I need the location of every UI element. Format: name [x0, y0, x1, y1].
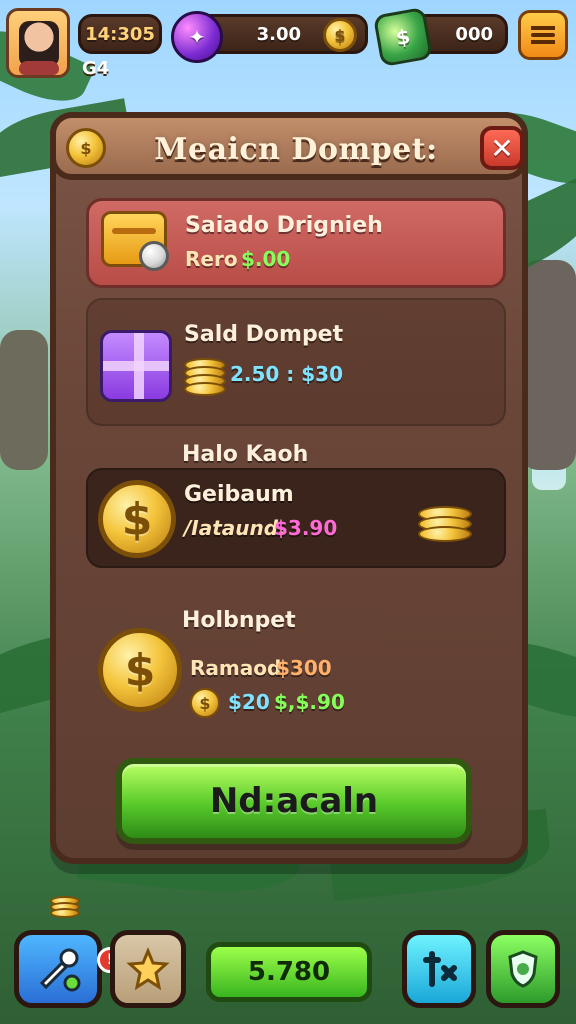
- gem-value: 3.00: [256, 23, 301, 45]
- wallet-row[interactable]: Saiado Drignieh Rero $.00: [86, 198, 506, 288]
- avatar-shirt: [19, 61, 59, 75]
- wrench-icon: [39, 948, 81, 992]
- badge-button[interactable]: [110, 930, 186, 1008]
- coin-stack-icon: [418, 506, 472, 550]
- coin-icon: $: [98, 628, 182, 712]
- tools-button[interactable]: !: [14, 930, 123, 1008]
- close-icon: ✕: [490, 131, 514, 165]
- gem-icon: ✦: [171, 11, 223, 63]
- wallet-row[interactable]: $ Geibaum /Iataund. $3.90: [86, 468, 506, 568]
- row-title: Sald Dompet: [184, 322, 344, 347]
- wallet-row[interactable]: Sald Dompet 2.50 : $30: [86, 298, 506, 426]
- score-value: 14:305: [85, 23, 155, 45]
- gift-icon: [100, 330, 172, 402]
- row-line1-value: $3.90: [274, 516, 338, 540]
- row-line1-prefix: Ramaod: [190, 656, 282, 680]
- row-line1-prefix: Rero: [185, 247, 238, 271]
- coin-stack-icon: [184, 358, 226, 398]
- coin-icon: [139, 241, 169, 271]
- coin-icon: $: [323, 18, 357, 52]
- balance-display: 5.780: [206, 942, 372, 1002]
- coin-icon: $: [190, 688, 220, 718]
- waterfall: [532, 300, 566, 490]
- menu-icon: [531, 26, 555, 44]
- section-title: Halo Kaoh: [182, 442, 309, 467]
- coin-icon: $: [98, 480, 176, 558]
- cash-icon: $: [372, 6, 434, 68]
- row-line1-value: 2.50 : $30: [230, 362, 344, 386]
- coin-icon: $: [66, 128, 106, 168]
- shield-icon: [508, 950, 538, 988]
- row-line1-value: $300: [276, 656, 332, 680]
- player-level: G4: [82, 58, 110, 79]
- rock-left: [0, 330, 48, 470]
- bottom-bar: ! 5.780: [0, 896, 576, 1024]
- panel-header: $ Meaicn Dompet: ✕: [50, 112, 528, 180]
- rock-right: [520, 260, 576, 470]
- score-counter: 14:305: [78, 14, 162, 54]
- wallet-panel: $ Meaicn Dompet: ✕ Saiado Drignieh Rero …: [50, 112, 528, 864]
- star-badge-icon: [126, 947, 170, 991]
- player-avatar[interactable]: [6, 8, 70, 78]
- menu-button[interactable]: [518, 10, 568, 60]
- coin-stack-icon: [50, 896, 80, 924]
- swap-icon: [423, 951, 457, 987]
- swap-button[interactable]: [402, 930, 476, 1008]
- row-line2-b: $,$.90: [274, 690, 345, 714]
- row-subtitle: Geibaum: [184, 482, 294, 507]
- top-hud: G4 14:305 ✦ 3.00 $ $ 000: [0, 0, 576, 96]
- cash-value: 000: [455, 23, 493, 45]
- gem-counter[interactable]: ✦ 3.00 $: [171, 11, 368, 63]
- row-line2-a: $20: [228, 690, 270, 714]
- row-title: Saiado Drignieh: [185, 213, 383, 238]
- row-title: Holbnpet: [182, 608, 296, 633]
- panel-title: Meaicn Dompet:: [154, 132, 438, 167]
- confirm-button[interactable]: Nd:acaln: [116, 758, 472, 844]
- cash-counter[interactable]: $ 000: [372, 6, 508, 68]
- wallet-row[interactable]: $ Holbnpet Ramaod $300 $ $20 $,$.90: [86, 588, 506, 718]
- row-line1-prefix: /Iataund.: [184, 516, 286, 540]
- row-line1-value: $.00: [241, 247, 291, 271]
- close-button[interactable]: ✕: [480, 126, 524, 170]
- shield-button[interactable]: [486, 930, 560, 1008]
